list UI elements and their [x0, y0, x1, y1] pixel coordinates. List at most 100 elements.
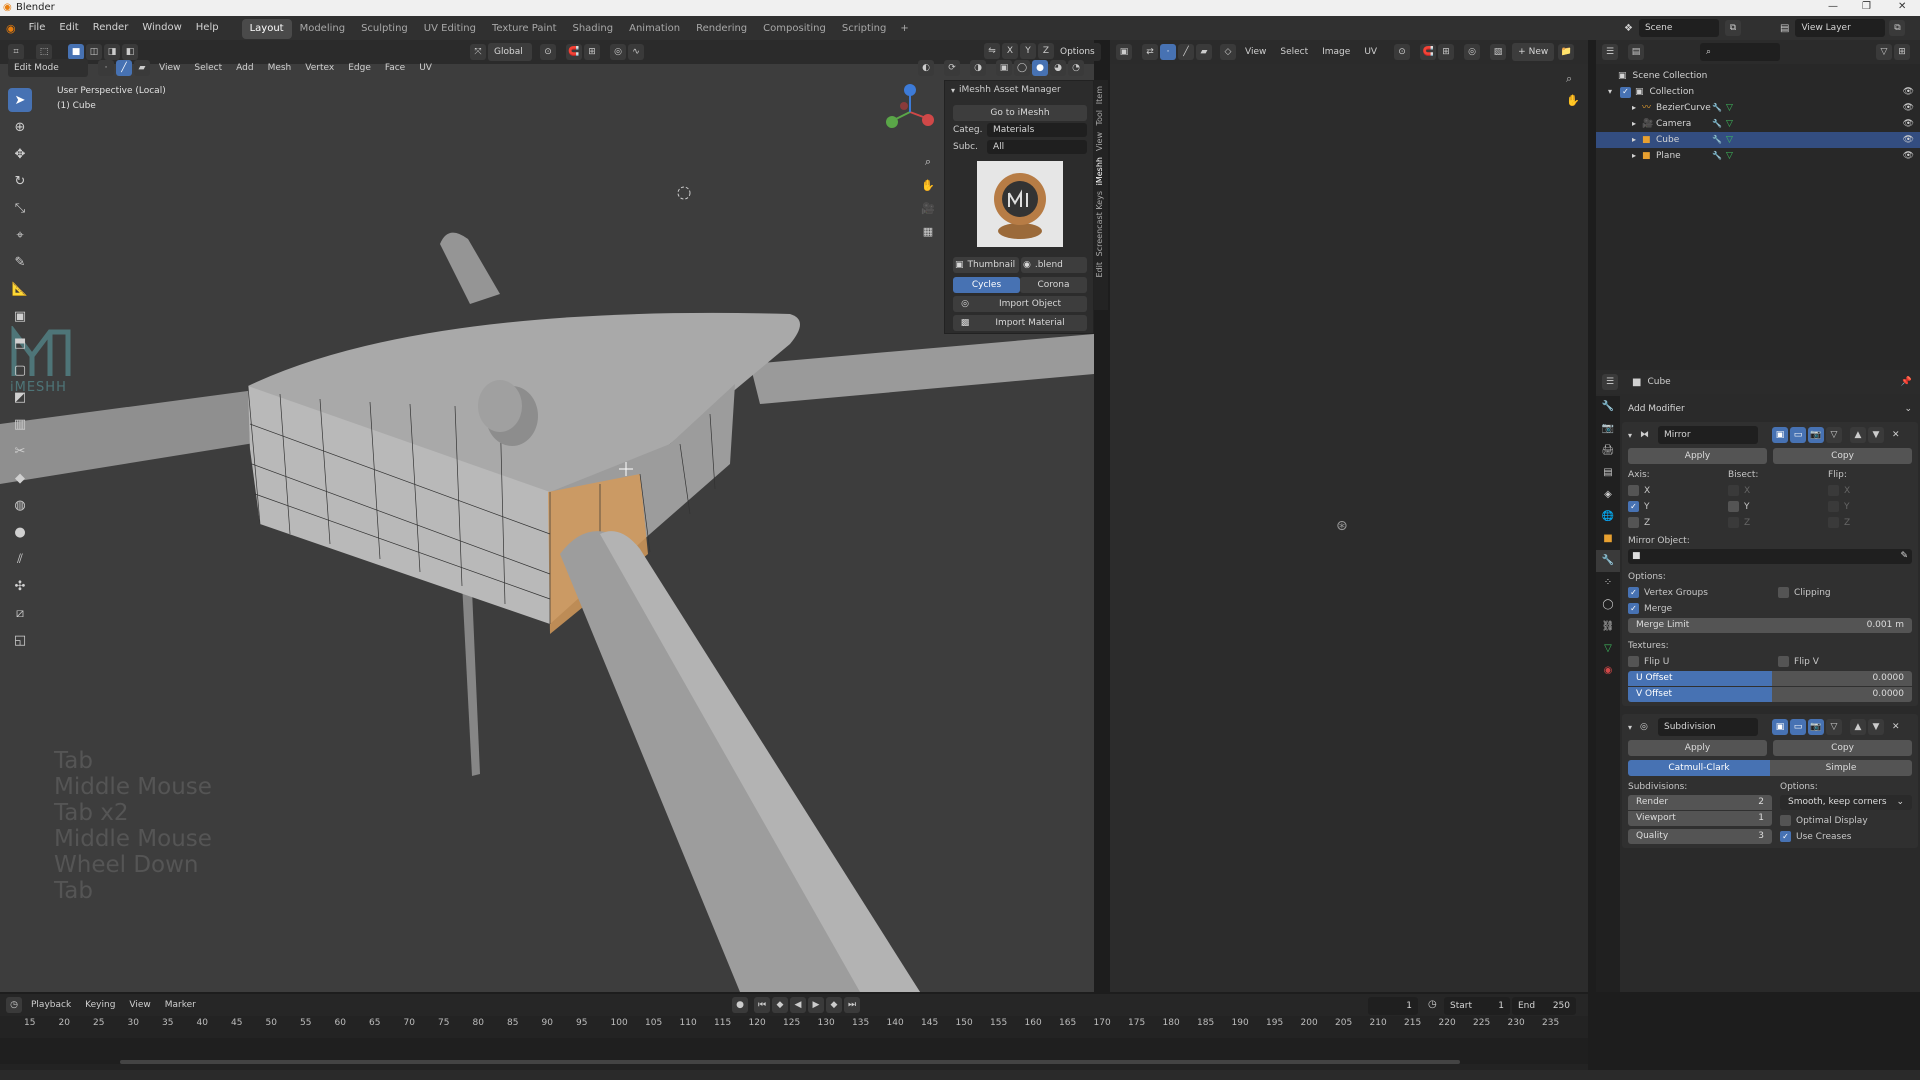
move-tool-icon[interactable]: ✥: [8, 142, 32, 166]
image-editor-menu-view[interactable]: View: [1238, 40, 1273, 64]
spin-tool-icon[interactable]: ◍: [8, 493, 32, 517]
viewport-menu-add[interactable]: Add: [229, 56, 260, 80]
tab-tool[interactable]: Tool: [1095, 110, 1108, 126]
mirror-axis-x-checkbox[interactable]: X: [1628, 485, 1728, 496]
mirror-axis-y-checkbox[interactable]: ✓ Y: [1628, 501, 1728, 512]
zoom-icon[interactable]: ⌕: [1566, 72, 1572, 86]
flip-u-checkbox[interactable]: Flip U: [1628, 656, 1778, 667]
cursor-tool-icon[interactable]: ⊕: [8, 115, 32, 139]
use-creases-checkbox[interactable]: ✓ Use Creases: [1780, 831, 1912, 842]
tab-data-icon[interactable]: ▽: [1596, 638, 1620, 660]
flip-z-checkbox[interactable]: Z: [1828, 517, 1850, 528]
outliner-item-cube[interactable]: ▸ ■ Cube 🔧 ▽ 👁: [1596, 132, 1920, 148]
collapse-icon[interactable]: ▾: [1628, 723, 1640, 732]
eye-icon[interactable]: 👁: [1903, 116, 1914, 132]
pin-icon[interactable]: 📌: [1901, 377, 1912, 387]
tab-modeling[interactable]: Modeling: [292, 19, 354, 39]
tab-view[interactable]: View: [1095, 132, 1108, 151]
wireframe-shading-icon[interactable]: ◯: [1014, 60, 1030, 76]
subcategory-dropdown[interactable]: All: [987, 140, 1087, 154]
viewport-toggle-icon[interactable]: ▭: [1790, 719, 1806, 735]
vertex-select-icon[interactable]: ⋅: [98, 60, 114, 76]
blend-button[interactable]: ◉ .blend: [1021, 257, 1087, 273]
simple-toggle[interactable]: Simple: [1770, 760, 1912, 776]
material-shading-icon[interactable]: ◕: [1050, 60, 1066, 76]
tab-object-icon[interactable]: ■: [1596, 528, 1620, 550]
exclude-checkbox[interactable]: ✓: [1620, 86, 1631, 98]
image-editor-menu-image[interactable]: Image: [1315, 40, 1357, 64]
properties-type-icon[interactable]: ☰: [1602, 374, 1618, 390]
cage-toggle-icon[interactable]: ▽: [1826, 427, 1842, 443]
vertex-groups-checkbox[interactable]: ✓ Vertex Groups: [1628, 587, 1778, 598]
viewport-menu-uv[interactable]: UV: [412, 56, 439, 80]
image-editor-type-icon[interactable]: ▣: [1116, 44, 1132, 60]
knife-tool-icon[interactable]: ✂: [8, 439, 32, 463]
import-object-button[interactable]: ◎ Import Object: [953, 296, 1087, 312]
select-box-icon[interactable]: ➤: [8, 88, 32, 112]
timeline-scrollbar[interactable]: [120, 1060, 1460, 1064]
outliner-search-input[interactable]: ⌕: [1700, 43, 1780, 61]
flip-v-checkbox[interactable]: Flip V: [1778, 656, 1819, 667]
outliner-item-plane[interactable]: ▸ ■ Plane 🔧 ▽ 👁: [1596, 148, 1920, 164]
panel-header[interactable]: ▾ iMeshh Asset Manager: [945, 81, 1093, 99]
move-up-icon[interactable]: ▲: [1850, 427, 1866, 443]
uv-smooth-dropdown[interactable]: Smooth, keep corners ⌄: [1780, 795, 1912, 810]
ortho-grid-icon[interactable]: ▦: [918, 221, 938, 241]
rendered-shading-icon[interactable]: ◔: [1068, 60, 1084, 76]
new-scene-icon[interactable]: ⧉: [1724, 20, 1741, 36]
tab-material-icon[interactable]: ◉: [1596, 660, 1620, 682]
move-up-icon[interactable]: ▲: [1850, 719, 1866, 735]
zoom-icon[interactable]: ⌕: [918, 152, 938, 172]
expand-icon[interactable]: ▸: [1632, 148, 1642, 164]
menu-window[interactable]: Window: [135, 16, 188, 40]
thumbnail-button[interactable]: ▣ Thumbnail: [953, 257, 1019, 273]
remove-modifier-icon[interactable]: ✕: [1892, 430, 1900, 440]
expand-icon[interactable]: ▸: [1632, 132, 1642, 148]
tab-physics-icon[interactable]: ◯: [1596, 594, 1620, 616]
viewport-menu-view[interactable]: View: [152, 56, 187, 80]
image-editor-menu-select[interactable]: Select: [1273, 40, 1315, 64]
shear-tool-icon[interactable]: ⧄: [8, 601, 32, 625]
menu-edit[interactable]: Edit: [52, 16, 85, 40]
camera-view-icon[interactable]: 🎥: [918, 198, 938, 218]
modifier-icon[interactable]: 🔧: [1712, 148, 1722, 164]
face-select-icon[interactable]: ▰: [134, 60, 150, 76]
overlay-icon[interactable]: ◑: [970, 60, 986, 76]
quality-field[interactable]: Quality 3: [1628, 829, 1772, 844]
new-image-button[interactable]: + New: [1512, 43, 1555, 61]
extrude-tool-icon[interactable]: ⬒: [8, 331, 32, 355]
mirror-object-field[interactable]: ■ ✎: [1628, 549, 1912, 564]
menu-help[interactable]: Help: [189, 16, 226, 40]
render-toggle-icon[interactable]: 📷: [1808, 427, 1824, 443]
tab-compositing[interactable]: Compositing: [755, 19, 834, 39]
viewport-menu-select[interactable]: Select: [187, 56, 229, 80]
add-workspace-icon[interactable]: +: [894, 23, 914, 34]
tab-scripting[interactable]: Scripting: [834, 19, 894, 39]
3d-viewport[interactable]: User Perspective (Local) (1) Cube iMESHH…: [0, 64, 1094, 992]
uv-pivot-icon[interactable]: ⊙: [1394, 44, 1411, 60]
eye-icon[interactable]: 👁: [1903, 132, 1914, 148]
solid-shading-icon[interactable]: ●: [1032, 60, 1048, 76]
tab-view-layer-icon[interactable]: ▤: [1596, 462, 1620, 484]
clipping-checkbox[interactable]: Clipping: [1778, 587, 1831, 598]
blender-menu-icon[interactable]: ◉: [0, 22, 22, 35]
cage-toggle-icon[interactable]: ▽: [1826, 719, 1842, 735]
expand-icon[interactable]: ▸: [1632, 116, 1642, 132]
maximize-icon[interactable]: ❐: [1862, 1, 1871, 12]
add-modifier-dropdown[interactable]: Add Modifier ⌄: [1622, 400, 1918, 418]
menu-render[interactable]: Render: [86, 16, 136, 40]
mesh-data-icon[interactable]: ▽: [1726, 116, 1733, 132]
new-view-layer-icon[interactable]: ⧉: [1889, 20, 1906, 36]
engine-cycles-toggle[interactable]: Cycles: [953, 277, 1020, 293]
outliner-type-icon[interactable]: ☰: [1602, 44, 1618, 60]
category-dropdown[interactable]: Materials: [987, 123, 1087, 137]
tab-screencast-keys[interactable]: Screencast Keys: [1095, 191, 1108, 256]
transform-tool-icon[interactable]: ⌖: [8, 223, 32, 247]
shrink-fatten-tool-icon[interactable]: ✣: [8, 574, 32, 598]
asset-thumbnail[interactable]: [977, 161, 1063, 247]
uv-edge-select-icon[interactable]: ╱: [1178, 44, 1194, 60]
axis-y-toggle[interactable]: Y: [1020, 43, 1036, 59]
flip-y-checkbox[interactable]: Y: [1828, 501, 1850, 512]
tab-scene-icon[interactable]: ◈: [1596, 484, 1620, 506]
tab-animation[interactable]: Animation: [621, 19, 688, 39]
